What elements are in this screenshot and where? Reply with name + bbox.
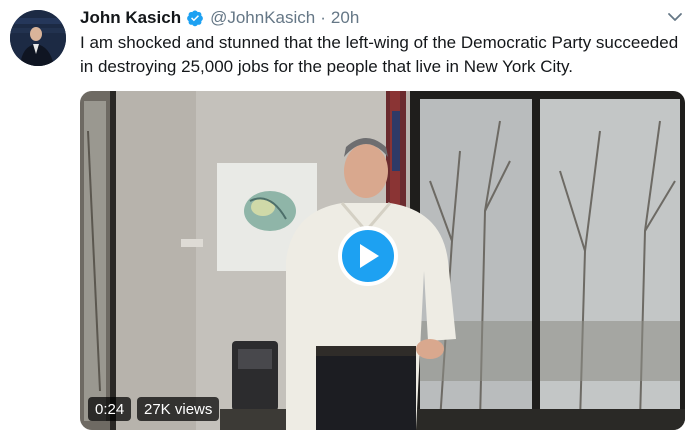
tweet-text: I am shocked and stunned that the left-w…	[80, 33, 679, 76]
play-button[interactable]	[338, 226, 398, 286]
header-separator: ·	[320, 8, 326, 27]
tweet-header: John Kasich @JohnKasich · 20h	[80, 7, 684, 29]
video-player[interactable]: 0:24 27K views	[80, 91, 685, 430]
tweet-timestamp[interactable]: 20h	[331, 8, 359, 28]
avatar[interactable]	[10, 10, 66, 66]
verified-badge-icon	[186, 9, 204, 27]
author-name[interactable]: John Kasich	[80, 8, 181, 28]
video-duration-badge: 0:24	[88, 397, 132, 421]
chevron-down-icon[interactable]	[666, 8, 684, 26]
play-icon	[360, 244, 379, 268]
author-handle[interactable]: @JohnKasich	[210, 8, 315, 28]
video-views-badge: 27K views	[137, 397, 220, 421]
